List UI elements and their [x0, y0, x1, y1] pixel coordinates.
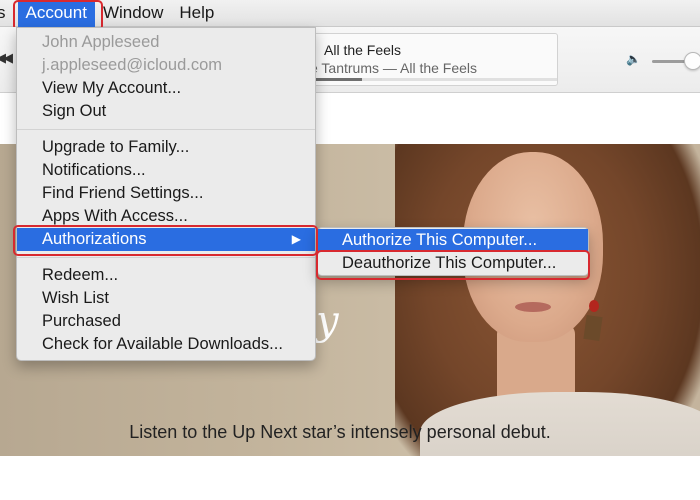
portrait-lips	[515, 302, 551, 312]
menu-separator	[17, 129, 315, 130]
menubar-item-window[interactable]: Window	[95, 0, 171, 27]
menu-user-email: j.appleseed@icloud.com	[42, 56, 223, 74]
menu-item-authorizations-label: Authorizations	[42, 230, 147, 248]
menu-item-notifications[interactable]: Notifications...	[17, 159, 315, 182]
submenu-arrow-icon: ▶	[291, 232, 301, 246]
menu-item-sign-out[interactable]: Sign Out	[17, 100, 315, 123]
song-title: All the Feels	[324, 42, 402, 58]
volume-knob[interactable]	[684, 52, 700, 70]
rewind-play-icon[interactable]: ◀◀	[0, 50, 13, 66]
menu-separator	[17, 257, 315, 258]
account-menu: John Appleseed j.appleseed@icloud.com Vi…	[16, 27, 316, 361]
menu-item-redeem[interactable]: Redeem...	[17, 264, 315, 287]
menu-item-check-downloads[interactable]: Check for Available Downloads...	[17, 333, 315, 356]
menu-item-wish-list[interactable]: Wish List	[17, 287, 315, 310]
authorizations-submenu: Authorize This Computer... Deauthorize T…	[317, 227, 589, 276]
menubar-item-help[interactable]: Help	[171, 0, 222, 27]
earring-icon	[589, 300, 599, 312]
menu-item-upgrade-family[interactable]: Upgrade to Family...	[17, 136, 315, 159]
menu-item-apps-access[interactable]: Apps With Access...	[17, 205, 315, 228]
menu-item-authorizations[interactable]: Authorizations ▶	[17, 228, 315, 251]
menubar-item-previous[interactable]: s	[0, 0, 18, 27]
menu-bar: s Account Window Help	[0, 0, 700, 27]
menubar-item-account[interactable]: Account	[17, 0, 95, 27]
content-footer	[0, 456, 700, 500]
speaker-icon: 🔈	[626, 52, 641, 66]
menu-item-deauthorize-computer[interactable]: Deauthorize This Computer...	[318, 252, 588, 275]
now-playing-display[interactable]: All the Feels e Tantrums — All the Feels	[300, 33, 558, 86]
banner-tagline: Listen to the Up Next star’s intensely p…	[129, 422, 551, 442]
banner-script-text: y	[316, 298, 339, 344]
menu-item-find-friend[interactable]: Find Friend Settings...	[17, 182, 315, 205]
menu-user-name: John Appleseed	[42, 33, 160, 51]
menu-item-authorize-computer[interactable]: Authorize This Computer...	[318, 229, 588, 252]
song-artist: e Tantrums — All the Feels	[310, 60, 478, 76]
playback-progress[interactable]	[301, 78, 557, 81]
earring-pendant-icon	[583, 315, 603, 341]
menu-item-view-account[interactable]: View My Account...	[17, 77, 315, 100]
menu-item-purchased[interactable]: Purchased	[17, 310, 315, 333]
